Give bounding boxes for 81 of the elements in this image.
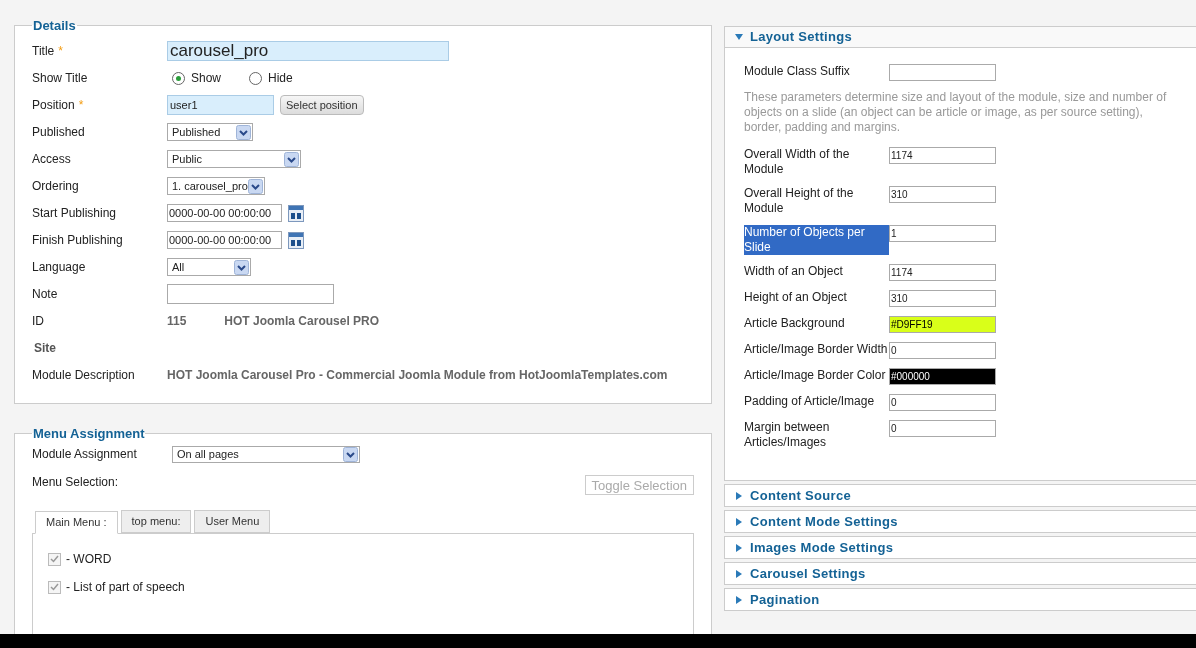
select-field[interactable]: 1. carousel_pro: [167, 177, 265, 195]
field-label: Padding of Article/Image: [744, 394, 876, 409]
text-input[interactable]: [889, 64, 996, 81]
field-label: Access: [32, 151, 71, 168]
field-label: ID: [32, 313, 44, 330]
select-field[interactable]: All: [167, 258, 251, 276]
module-name: HOT Joomla Carousel PRO: [224, 313, 380, 330]
field-label: Language: [32, 259, 86, 276]
field-value: HOT Joomla Carousel Pro - Commercial Joomla Module from HotJoomlaTemplates.com: [167, 367, 668, 384]
triangle-right-icon: [735, 569, 743, 578]
checkbox[interactable]: [48, 552, 61, 566]
panel-header[interactable]: Carousel Settings: [725, 563, 1196, 584]
panel-header[interactable]: Content Mode Settings: [725, 511, 1196, 532]
field-label: Overall Width of the Module: [744, 147, 851, 177]
field-label: Ordering: [32, 178, 79, 195]
field-label: Height of an Object: [744, 290, 848, 305]
text-input[interactable]: 1174: [889, 264, 996, 281]
field-label: Number of Objects per Slide: [744, 225, 889, 255]
triangle-right-icon: [735, 517, 743, 526]
radio-option[interactable]: Hide: [249, 69, 293, 87]
text-input[interactable]: [167, 284, 334, 304]
field-value: 115: [167, 313, 187, 330]
panel-header[interactable]: Layout Settings: [725, 27, 1196, 48]
section-title: Menu Assignment: [32, 424, 146, 443]
required-mark: *: [58, 43, 63, 60]
field-label: Position: [32, 97, 75, 114]
section-title: Details: [32, 17, 77, 35]
field-label: Show Title: [32, 70, 88, 87]
field-label: Article/Image Border Color: [744, 368, 887, 383]
menu-item-checkbox-row[interactable]: - List of part of speech: [48, 578, 693, 596]
field-label: Article Background: [744, 316, 846, 331]
select-field[interactable]: Public: [167, 150, 301, 168]
radio-button[interactable]: [249, 71, 263, 85]
text-input[interactable]: 1: [889, 225, 996, 242]
triangle-right-icon: [735, 543, 743, 552]
field-label: Overall Height of the Module: [744, 186, 855, 216]
select-field[interactable]: Published: [167, 123, 253, 141]
radio-button[interactable]: [172, 71, 185, 85]
panel-header[interactable]: Pagination: [725, 589, 1196, 610]
text-input[interactable]: 310: [889, 290, 996, 307]
triangle-down-icon: [735, 33, 743, 41]
select-field[interactable]: On all pages: [172, 445, 360, 463]
field-label: Article/Image Border Width: [744, 342, 889, 357]
date-input[interactable]: 0000-00-00 00:00:00: [167, 204, 282, 222]
triangle-right-icon: [735, 595, 743, 604]
field-label: Module Description: [32, 367, 135, 384]
help-text: These parameters determine size and layout of the module, size and number of objects on a slide (an object can be article or image, as per source setting), border, padding and margins.: [744, 90, 1168, 135]
field-label: Margin between Articles/Images: [744, 420, 831, 450]
field-label: Site: [33, 340, 56, 357]
field-label: Width of an Object: [744, 264, 844, 279]
field-label: Module Assignment: [32, 446, 138, 463]
color-input[interactable]: #D9FF19: [889, 316, 996, 333]
text-input[interactable]: 0: [889, 342, 996, 359]
text-input[interactable]: 310: [889, 186, 996, 203]
radio-option[interactable]: Show: [172, 69, 222, 87]
field-label: Title: [32, 43, 55, 60]
text-input[interactable]: 0: [889, 394, 996, 411]
text-input[interactable]: user1: [167, 95, 274, 115]
menu-item-checkbox-row[interactable]: - WORD: [48, 550, 693, 568]
calendar-icon[interactable]: [288, 204, 304, 222]
calendar-icon[interactable]: [288, 231, 304, 249]
text-input[interactable]: carousel_pro: [167, 41, 449, 61]
color-input[interactable]: #000000: [889, 368, 996, 385]
date-input[interactable]: 0000-00-00 00:00:00: [167, 231, 282, 249]
field-label: Finish Publishing: [32, 232, 123, 249]
menu-tab[interactable]: Main Menu :: [35, 511, 118, 534]
checkbox[interactable]: [48, 580, 61, 594]
select-position-button[interactable]: Select position: [280, 95, 364, 115]
triangle-right-icon: [735, 491, 743, 500]
text-input[interactable]: 1174: [889, 147, 996, 164]
panel-header[interactable]: Content Source: [725, 485, 1196, 506]
field-label: Start Publishing: [32, 205, 117, 222]
panel-header[interactable]: Images Mode Settings: [725, 537, 1196, 558]
field-label: Module Class Suffix: [744, 64, 851, 79]
field-label: Published: [32, 124, 85, 141]
text-input[interactable]: 0: [889, 420, 996, 437]
required-mark: *: [78, 97, 84, 114]
menu-tab[interactable]: User Menu: [194, 510, 271, 533]
menu-tab[interactable]: top menu:: [120, 510, 192, 533]
field-label: Menu Selection:: [32, 474, 119, 491]
field-label: Note: [32, 286, 58, 303]
